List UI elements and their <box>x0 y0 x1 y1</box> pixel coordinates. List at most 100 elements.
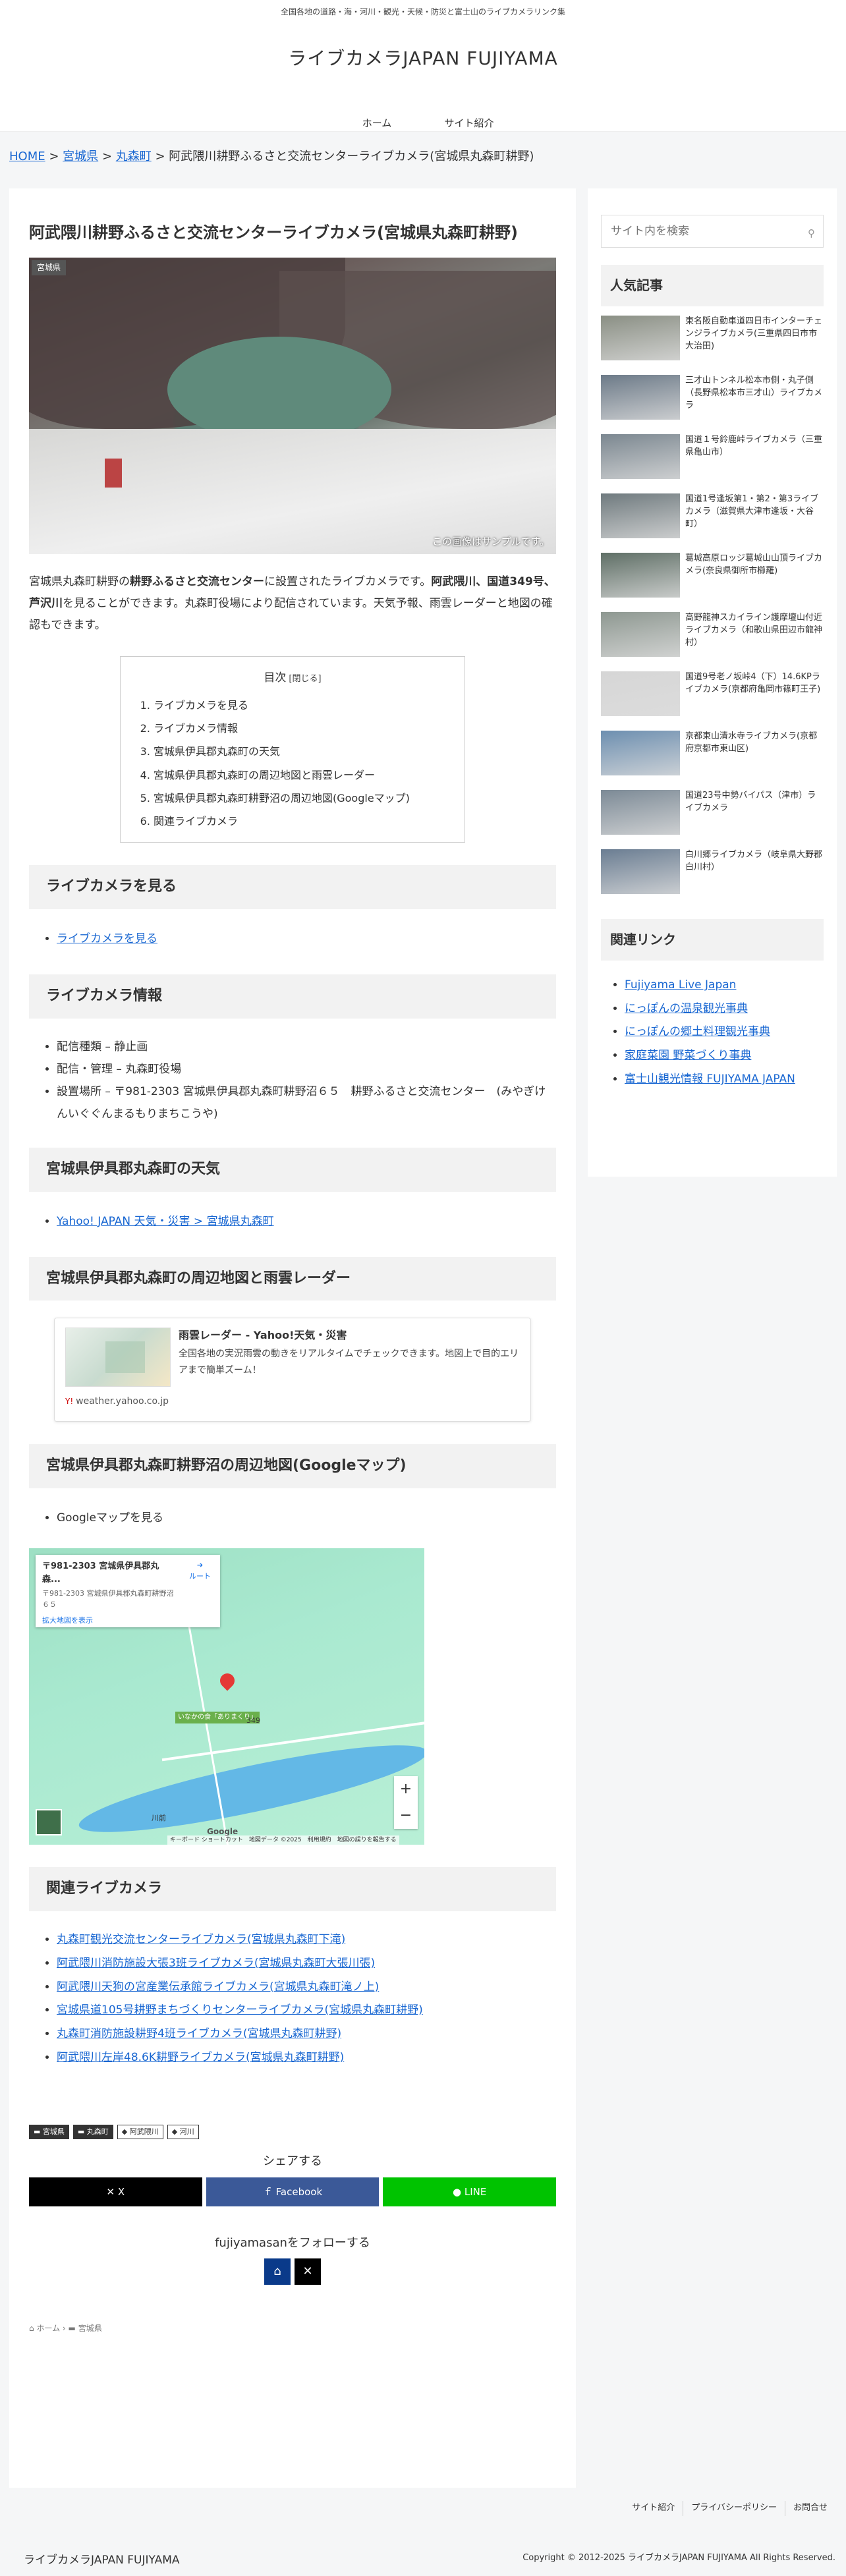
zoom-out-button[interactable]: − <box>394 1803 418 1829</box>
sidebar-link[interactable]: にっぽんの郷土料理観光事典 <box>625 1025 770 1038</box>
googlemap-list: Googleマップを見る <box>29 1505 556 1531</box>
yahoo-weather-link[interactable]: Yahoo! JAPAN 天気・災害 > 宮城県丸森町 <box>57 1215 274 1228</box>
tag-list: ▬ 宮城県 ▬ 丸森町 ◆ 阿武隈川 ◆ 河川 <box>29 2125 556 2140</box>
breadcrumb-town[interactable]: 丸森町 <box>116 150 152 163</box>
share-facebook-button[interactable]: ｆ Facebook <box>206 2177 380 2206</box>
toc-item[interactable]: 宮城県伊具郡丸森町の天気 <box>154 740 445 763</box>
popular-item[interactable]: 国道9号老ノ坂峠4（下）14.6KPライブカメラ(京都府亀岡市篠町王子) <box>601 671 824 721</box>
popular-item[interactable]: 葛城高原ロッジ葛城山山頂ライブカメラ(奈良県御所市櫛羅) <box>601 553 824 603</box>
popular-title[interactable]: 国道1号逢坂第1・第2・第3ライブカメラ（滋賀県大津市逢坂・大谷町） <box>685 493 824 544</box>
list-item: にっぽんの温泉観光事典 <box>625 997 824 1021</box>
footer-logo[interactable]: ライブカメラJAPAN FUJIYAMA <box>24 2551 180 2571</box>
popular-title[interactable]: 国道23号中勢バイパス（津市）ライブカメラ <box>685 790 824 840</box>
popular-thumbnail[interactable] <box>601 375 680 420</box>
breadcrumb-home[interactable]: HOME <box>9 150 45 163</box>
popular-title[interactable]: 東名阪自動車道四日市インターチェンジライブカメラ(三重県四日市市大治田) <box>685 316 824 366</box>
popular-item[interactable]: 国道1号逢坂第1・第2・第3ライブカメラ（滋賀県大津市逢坂・大谷町） <box>601 493 824 544</box>
blogcard-title: 雨雲レーダー - Yahoo!天気・災害 <box>179 1329 347 1342</box>
popular-item[interactable]: 東名阪自動車道四日市インターチェンジライブカメラ(三重県四日市市大治田) <box>601 316 824 366</box>
related-link[interactable]: 宮城県道105号耕野まちづくりセンターライブカメラ(宮城県丸森町耕野) <box>57 2003 423 2017</box>
toc-item[interactable]: ライブカメラを見る <box>154 694 445 717</box>
radar-blogcard[interactable]: 雨雲レーダー - Yahoo!天気・災害 全国各地の実況雨雲の動きをリアルタイム… <box>54 1318 531 1422</box>
popular-item[interactable]: 三才山トンネル松本市側・丸子側（長野県松本市三才山）ライブカメラ <box>601 375 824 425</box>
popular-title[interactable]: 国道１号鈴鹿峠ライブカメラ（三重県亀山市） <box>685 434 824 484</box>
popular-thumbnail[interactable] <box>601 612 680 657</box>
category-tag[interactable]: ▬ 丸森町 <box>72 2125 113 2140</box>
tag-icon: ◆ <box>121 2127 130 2137</box>
popular-thumbnail[interactable] <box>601 434 680 479</box>
popular-thumbnail[interactable] <box>601 671 680 716</box>
share-x-button[interactable]: ✕ X <box>29 2177 202 2206</box>
x-icon: ✕ <box>302 2264 313 2279</box>
toc-toggle[interactable]: [閉じる] <box>289 674 321 684</box>
popular-title[interactable]: 三才山トンネル松本市側・丸子側（長野県松本市三才山）ライブカメラ <box>685 375 824 425</box>
sidebar-link[interactable]: 家庭菜園 野菜づくり事典 <box>625 1049 751 1062</box>
popular-title[interactable]: 京都東山清水寺ライブカメラ(京都府京都市東山区) <box>685 731 824 781</box>
google-map-embed[interactable]: いなかの食「ありまくり」 349 川前 〒981-2303 宮城県伊具郡丸森..… <box>29 1548 424 1845</box>
nav-home[interactable]: ホーム <box>331 115 423 132</box>
related-link[interactable]: 阿武隈川天狗の宮産業伝承館ライブカメラ(宮城県丸森町滝ノ上) <box>57 1980 379 1994</box>
popular-thumbnail[interactable] <box>601 553 680 598</box>
related-link[interactable]: 阿武隈川消防施設大張3班ライブカメラ(宮城県丸森町大張川張) <box>57 1957 375 1970</box>
popular-item[interactable]: 国道１号鈴鹿峠ライブカメラ（三重県亀山市） <box>601 434 824 484</box>
toc-item[interactable]: 宮城県伊具郡丸森町耕野沼の周辺地図(Googleマップ) <box>154 787 445 810</box>
popular-thumbnail[interactable] <box>601 316 680 360</box>
list-item: 阿武隈川消防施設大張3班ライブカメラ(宮城県丸森町大張川張) <box>57 1952 556 1976</box>
category-tag[interactable]: ▬ 宮城県 <box>29 2125 69 2140</box>
toc-item[interactable]: 関連ライブカメラ <box>154 810 445 833</box>
nav-about[interactable]: サイト紹介 <box>423 115 515 132</box>
footer-link-privacy[interactable]: プライバシーポリシー <box>683 2501 785 2516</box>
tag[interactable]: ◆ 河川 <box>167 2125 199 2140</box>
popular-thumbnail[interactable] <box>601 849 680 894</box>
popular-item[interactable]: 白川郷ライブカメラ（岐阜県大野郡白川村） <box>601 849 824 899</box>
content-wrap: 阿武隈川耕野ふるさと交流センターライブカメラ(宮城県丸森町耕野) 宮城県 この画… <box>0 184 846 2517</box>
follow-x-button[interactable]: ✕ <box>295 2258 321 2285</box>
table-of-contents: 目次[閉じる] ライブカメラを見る ライブカメラ情報 宮城県伊具郡丸森町の天気 … <box>120 656 465 843</box>
related-link[interactable]: 丸森町消防施設耕野4班ライブカメラ(宮城県丸森町耕野) <box>57 2027 341 2040</box>
share-label: LINE <box>464 2185 487 2198</box>
toc-title: 目次 [閉じる] <box>140 669 445 688</box>
popular-title[interactable]: 葛城高原ロッジ葛城山山頂ライブカメラ(奈良県御所市櫛羅) <box>685 553 824 603</box>
toc-item[interactable]: ライブカメラ情報 <box>154 717 445 740</box>
map-larger-link[interactable]: 拡大地図を表示 <box>42 1615 213 1627</box>
zoom-in-button[interactable]: + <box>394 1776 418 1803</box>
share-line-button[interactable]: ● LINE <box>383 2177 557 2206</box>
map-route-button[interactable]: ➔ ルート <box>189 1560 211 1582</box>
category-badge[interactable]: 宮城県 <box>32 260 67 275</box>
map-attribution[interactable]: キーボード ショートカット 地図データ ©2025 利用規約 地図の誤りを報告す… <box>167 1835 399 1845</box>
blogcard-domain: weather.yahoo.co.jp <box>76 1396 169 1407</box>
sidebar-link[interactable]: Fujiyama Live Japan <box>625 978 736 992</box>
bottom-breadcrumb-category[interactable]: 宮城県 <box>78 2324 102 2333</box>
footer-link-contact[interactable]: お問合せ <box>784 2501 835 2516</box>
related-link[interactable]: 阿武隈川左岸48.6K耕野ライブカメラ(宮城県丸森町耕野) <box>57 2051 344 2064</box>
tag-label: 丸森町 <box>86 2127 109 2137</box>
view-livecam-link[interactable]: ライブカメラを見る <box>57 932 157 945</box>
popular-title[interactable]: 高野龍神スカイライン護摩壇山付近ライブカメラ（和歌山県田辺市龍神村） <box>685 612 824 662</box>
toc-item[interactable]: 宮城県伊具郡丸森町の周辺地図と雨雲レーダー <box>154 764 445 787</box>
blogcard-thumbnail <box>65 1328 171 1387</box>
popular-list: 東名阪自動車道四日市インターチェンジライブカメラ(三重県四日市市大治田) 三才山ト… <box>601 316 824 899</box>
popular-thumbnail[interactable] <box>601 731 680 775</box>
popular-item[interactable]: 京都東山清水寺ライブカメラ(京都府京都市東山区) <box>601 731 824 781</box>
related-link[interactable]: 丸森町観光交流センターライブカメラ(宮城県丸森町下滝) <box>57 1933 345 1946</box>
popular-thumbnail[interactable] <box>601 493 680 538</box>
info-list: 配信種類 – 静止画 配信・管理 – 丸森町役場 設置場所 – 〒981-230… <box>29 1036 556 1125</box>
popular-title[interactable]: 国道9号老ノ坂峠4（下）14.6KPライブカメラ(京都府亀岡市篠町王子) <box>685 671 824 721</box>
list-item: Fujiyama Live Japan <box>625 974 824 997</box>
tag[interactable]: ◆ 阿武隈川 <box>117 2125 163 2140</box>
popular-thumbnail[interactable] <box>601 790 680 835</box>
popular-item[interactable]: 高野龍神スカイライン護摩壇山付近ライブカメラ（和歌山県田辺市龍神村） <box>601 612 824 662</box>
tag-icon: ◆ <box>171 2127 180 2137</box>
breadcrumb-pref[interactable]: 宮城県 <box>63 150 98 163</box>
popular-title[interactable]: 白川郷ライブカメラ（岐阜県大野郡白川村） <box>685 849 824 899</box>
footer-link-about[interactable]: サイト紹介 <box>624 2501 683 2516</box>
popular-item[interactable]: 国道23号中勢バイパス（津市）ライブカメラ <box>601 790 824 840</box>
bottom-breadcrumb-home[interactable]: ホーム <box>36 2324 60 2333</box>
search-icon[interactable]: ⚲ <box>808 225 815 242</box>
sidebar-link[interactable]: 富士山観光情報 FUJIYAMA JAPAN <box>625 1073 795 1086</box>
search-input[interactable] <box>602 215 823 247</box>
site-title[interactable]: ライブカメラJAPAN FUJIYAMA <box>0 42 846 82</box>
follow-home-button[interactable]: ⌂ <box>264 2258 291 2285</box>
sidebar-link[interactable]: にっぽんの温泉観光事典 <box>625 1002 748 1015</box>
map-satellite-toggle[interactable] <box>36 1809 62 1836</box>
